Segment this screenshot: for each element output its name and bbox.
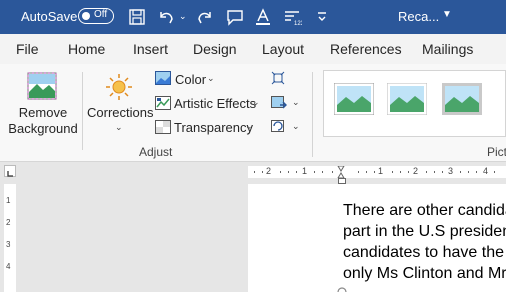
picture-styles-gallery [323,70,506,137]
change-picture-icon[interactable] [271,96,287,110]
color-icon[interactable] [155,71,171,85]
tab-references[interactable]: References [330,41,402,57]
document-line: only Ms Clinton and Mr [343,265,506,282]
ruler-label: 4 [483,166,489,176]
save-icon[interactable] [127,7,147,27]
ruler-label: 4 [6,262,11,271]
remove-background-button[interactable]: Remove Background [8,105,78,137]
undo-dropdown-icon[interactable]: ⌄ [179,11,187,22]
svg-text:123: 123 [294,21,302,27]
corrections-button[interactable]: Corrections [87,105,153,121]
redo-icon[interactable] [195,7,215,27]
ribbon: Remove Background Corrections ⌄ Color ⌄ … [0,64,506,162]
transparency-icon[interactable] [155,120,171,134]
ruler-label: 1 [302,166,308,176]
picture-styles-group-label: Pict [487,145,506,159]
ruler-ticks [254,166,495,178]
tab-file[interactable]: File [16,41,39,57]
document-line: There are other candida [343,202,506,219]
ribbon-tabs: File Home Insert Design Layout Reference… [0,34,506,64]
vertical-ruler[interactable]: 1 2 3 4 [4,184,16,292]
document-line: candidates to have the [343,244,505,261]
separator [312,72,313,157]
tab-layout[interactable]: Layout [262,41,304,57]
tab-selector[interactable] [4,165,16,177]
ruler-label: 1 [6,196,11,205]
tab-mailings[interactable]: Mailings [422,41,473,57]
remove-bg-line2: Background [8,121,78,136]
toggle-knob [82,11,90,20]
corrections-dropdown-icon[interactable]: ⌄ [115,122,123,133]
picture-style-thumbnail[interactable] [442,83,482,115]
undo-icon[interactable] [156,7,176,27]
title-bar: AutoSave Off ⌄ 123 Reca... ▼ [0,0,506,34]
transparency-dropdown-icon[interactable]: ⌄ [245,121,253,132]
document-body[interactable]: There are other candida part in the U.S … [343,200,506,284]
sun-icon[interactable] [104,72,134,102]
autosave-toggle[interactable]: Off [78,8,114,24]
toggle-state: Off [94,9,108,20]
ruler-label: 2 [266,166,272,176]
adjust-group-label: Adjust [139,145,173,159]
ruler-label: 2 [413,166,419,176]
ruler-label: 2 [6,218,11,227]
remove-bg-line1: Remove [18,105,68,120]
picture-style-thumbnail[interactable] [334,83,374,115]
separator [82,72,83,150]
change-picture-dropdown-icon[interactable]: ⌄ [292,97,300,108]
chevron-down-icon[interactable]: ▼ [442,9,452,20]
reset-picture-icon[interactable] [271,120,287,134]
reset-picture-dropdown-icon[interactable]: ⌄ [292,121,300,132]
compress-pictures-icon[interactable] [271,71,285,85]
autosave-label: AutoSave [21,9,78,24]
font-color-icon[interactable] [253,7,273,27]
artistic-effects-button[interactable]: Artistic Effects [174,96,256,111]
transparency-button[interactable]: Transparency [174,120,253,135]
picture-rotate-handle[interactable] [337,286,347,292]
horizontal-ruler[interactable]: 2 1 1 2 3 4 [248,166,506,178]
ruler-label: 1 [378,166,384,176]
customize-qat-icon[interactable] [312,7,332,27]
picture-style-thumbnail[interactable] [387,83,427,115]
tab-home[interactable]: Home [68,41,105,57]
document-line: part in the U.S presiden [343,223,506,240]
left-tab-icon [7,171,13,177]
color-dropdown-icon[interactable]: ⌄ [207,73,215,84]
document-title[interactable]: Reca... [398,9,439,24]
ruler-label: 3 [6,240,11,249]
tab-design[interactable]: Design [193,41,237,57]
tab-insert[interactable]: Insert [133,41,168,57]
artistic-dropdown-icon[interactable]: ⌄ [252,97,260,108]
remove-background-icon[interactable] [27,72,57,100]
artistic-effects-icon[interactable] [155,96,171,110]
numbering-icon[interactable]: 123 [282,7,302,27]
ruler-label: 3 [448,166,454,176]
color-button[interactable]: Color [175,72,206,87]
comment-icon[interactable] [225,7,245,27]
